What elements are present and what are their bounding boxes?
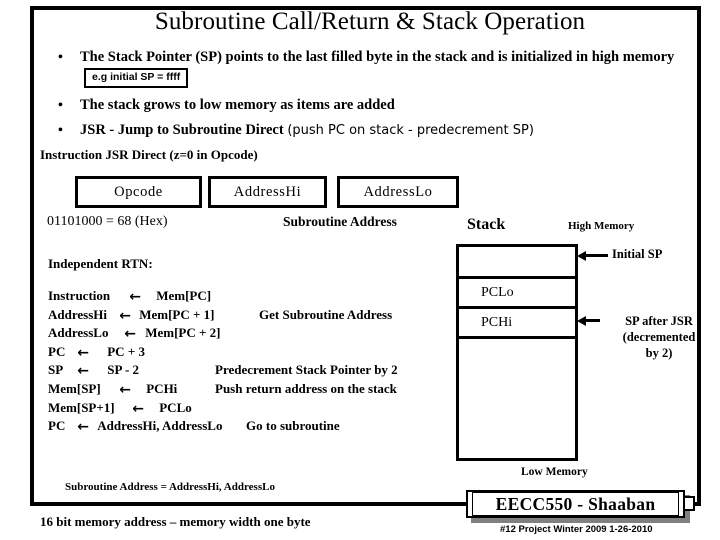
rtn-rhs: SP - 2 [107, 362, 140, 378]
bullet-marker: • [58, 98, 63, 113]
initial-sp-callout: e.g initial SP = ffff [84, 68, 189, 88]
rtn-rhs: PCHi [146, 380, 178, 396]
bullet-subtext: (push PC on stack - predecrement SP) [287, 123, 534, 138]
rtn-row: AddressHi ← Mem[PC + 1] Get Subroutine A… [48, 306, 392, 325]
sp-after-jsr-arrow-line-icon [586, 319, 600, 322]
list-item: • JSR - Jump to Subroutine Direct (push … [44, 120, 684, 141]
subroutine-address-label: Subroutine Address [283, 214, 397, 229]
sp-after-jsr-annotation: SP after JSR (decremented by 2) [604, 313, 714, 361]
bullet-text: The stack grows to low memory as items a… [80, 97, 395, 113]
page-title: Subroutine Call/Return & Stack Operation [154, 8, 586, 35]
bullet-marker: • [58, 123, 63, 138]
stack-cell-label: PCHi [481, 314, 513, 330]
list-item: • The Stack Pointer (SP) points to the l… [44, 47, 684, 89]
footer-badge-plate: EECC550 - Shaaban [466, 490, 685, 518]
initial-sp-arrow-head-icon [577, 251, 586, 261]
sp-after-jsr-line-2: (decremented [622, 330, 696, 344]
rtn-rhs: PC + 3 [107, 343, 145, 359]
assign-arrow-icon: ← [129, 289, 141, 305]
sp-after-jsr-arrow-head-icon [577, 316, 586, 326]
rtn-lhs: Mem[SP+1] [48, 399, 115, 415]
rtn-lhs: AddressHi [48, 306, 107, 322]
initial-sp-arrow-line-icon [586, 254, 608, 257]
assign-arrow-icon: ← [132, 400, 144, 417]
field-label: Opcode [114, 183, 163, 200]
rtn-lhs: Instruction [48, 288, 111, 303]
assign-arrow-icon: ← [77, 419, 89, 436]
field-box-address-lo: AddressLo [337, 176, 459, 208]
sp-after-jsr-line-3: by 2) [645, 346, 673, 360]
stack-cell-pchi: PCHi [459, 309, 575, 339]
footer-subline: #12 Project Winter 2009 1-26-2010 [500, 524, 653, 535]
opcode-binary-hex-label: 01101000 = 68 (Hex) [47, 214, 168, 229]
rtn-row: AddressLo ← Mem[PC + 2] [48, 324, 222, 343]
assign-arrow-icon: ← [119, 307, 131, 324]
bullet-marker: • [58, 50, 63, 65]
rtn-row: Instruction ← Mem[PC] [48, 287, 222, 306]
field-label: AddressHi [233, 183, 302, 200]
bullet-list: • The Stack Pointer (SP) points to the l… [44, 47, 684, 143]
subroutine-address-equation-note: Subroutine Address = AddressHi, AddressL… [65, 481, 275, 493]
rtn-rhs: PCLo [159, 399, 192, 415]
assign-arrow-icon: ← [119, 381, 131, 398]
assign-arrow-icon: ← [77, 344, 89, 361]
rtn-block: Instruction ← Mem[PC] AddressHi ← Mem[PC… [48, 287, 398, 436]
rtn-lhs: Mem[SP] [48, 380, 101, 396]
assign-arrow-icon: ← [124, 326, 136, 343]
rtn-lhs: AddressLo [48, 325, 109, 341]
rtn-lhs: PC [48, 343, 66, 359]
stack-memory-box: PCLo PCHi [456, 244, 578, 461]
rtn-note: Go to subroutine [246, 418, 340, 434]
footer-badge-tab [685, 496, 695, 511]
bullet-text: JSR - Jump to Subroutine Direct [80, 122, 284, 138]
stack-cell-empty [459, 247, 575, 279]
initial-sp-annotation: Initial SP [612, 247, 663, 261]
rtn-note: Push return address on the stack [215, 380, 397, 396]
rtn-row: Mem[SP] ← PCHi Push return address on th… [48, 380, 397, 399]
bullet-text: The Stack Pointer (SP) points to the las… [80, 49, 675, 65]
rtn-note: Get Subroutine Address [259, 306, 393, 322]
rtn-lhs: SP [48, 362, 64, 378]
rtn-row: SP ← SP - 2 Predecrement Stack Pointer b… [48, 361, 398, 380]
rtn-row: PC ← AddressHi, AddressLo Go to subrouti… [48, 417, 340, 436]
rtn-rhs: Mem[PC] [156, 288, 212, 303]
rtn-note: Predecrement Stack Pointer by 2 [215, 362, 398, 378]
high-memory-label: High Memory [568, 220, 635, 232]
slide-canvas: Subroutine Call/Return & Stack Operation… [0, 0, 720, 540]
footer-badge: EECC550 - Shaaban [466, 490, 695, 523]
list-item: • The stack grows to low memory as items… [44, 95, 684, 116]
rtn-row: Mem[SP+1] ← PCLo [48, 399, 222, 418]
field-box-opcode: Opcode [75, 176, 202, 208]
rtn-lhs: PC [48, 418, 66, 434]
rtn-rhs: Mem[PC + 2] [145, 325, 221, 341]
field-label: AddressLo [363, 183, 433, 200]
memory-width-note: 16 bit memory address – memory width one… [40, 514, 311, 529]
field-box-address-hi: AddressHi [208, 176, 327, 208]
rtn-rhs: AddressHi, AddressLo [97, 418, 223, 434]
instruction-format-caption: Instruction JSR Direct (z=0 in Opcode) [40, 147, 258, 162]
rtn-heading: Independent RTN: [48, 256, 153, 271]
rtn-row: PC ← PC + 3 [48, 343, 222, 362]
low-memory-label: Low Memory [521, 466, 588, 478]
assign-arrow-icon: ← [77, 363, 89, 380]
stack-diagram-title: Stack [467, 216, 506, 233]
stack-cell-label: PCLo [481, 284, 514, 300]
footer-badge-text: EECC550 - Shaaban [472, 492, 679, 516]
sp-after-jsr-line-1: SP after JSR [625, 314, 693, 328]
rtn-rhs: Mem[PC + 1] [139, 306, 215, 322]
stack-cell-pclo: PCLo [459, 279, 575, 309]
